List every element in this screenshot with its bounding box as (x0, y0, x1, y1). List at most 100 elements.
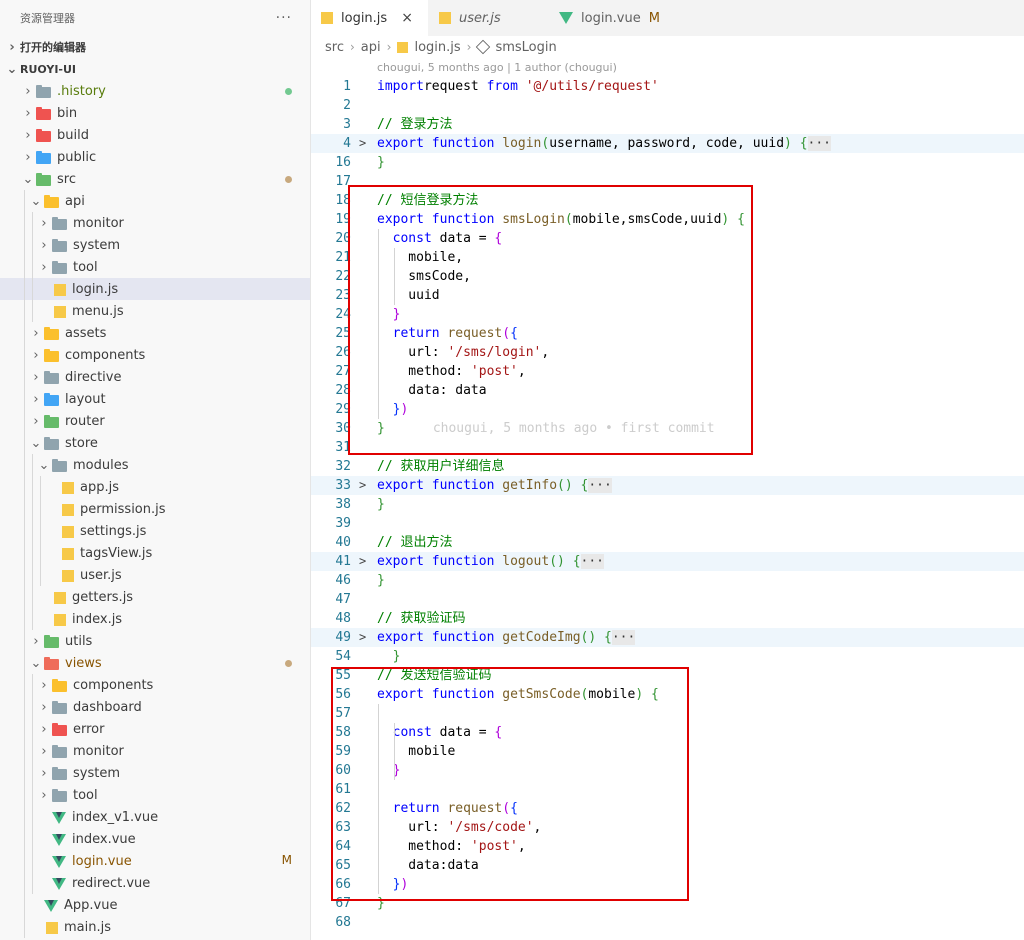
tree-item-login-js[interactable]: login.js (0, 278, 310, 300)
tree-item-index-js[interactable]: index.js (0, 608, 310, 630)
tree-item-getters-js[interactable]: getters.js (0, 586, 310, 608)
code-line[interactable]: 40 // 退出方法 (311, 533, 1024, 552)
tree-item-layout[interactable]: › layout (0, 388, 310, 410)
tab-label: login.vue (581, 10, 641, 26)
indent-guide (32, 806, 33, 828)
code-line[interactable]: 48 // 获取验证码 (311, 609, 1024, 628)
tree-item-system[interactable]: › system (0, 234, 310, 256)
tree-item-error[interactable]: › error (0, 718, 310, 740)
close-icon[interactable]: × (401, 10, 413, 26)
tree-item-login-vue[interactable]: login.vue M (0, 850, 310, 872)
tree-item-components[interactable]: › components (0, 344, 310, 366)
tab-user-js[interactable]: user.js (429, 0, 549, 36)
breadcrumb-src[interactable]: src (325, 40, 344, 55)
folder-icon (52, 458, 67, 472)
open-editors-section[interactable]: › 打开的编辑器 (0, 36, 310, 58)
code-line[interactable]: 3 // 登录方法 (311, 115, 1024, 134)
tree-item-tool[interactable]: › tool (0, 784, 310, 806)
code-text: export function login(username, password… (377, 134, 831, 153)
more-actions-icon[interactable]: ··· (276, 10, 292, 26)
breadcrumb-api[interactable]: api (361, 40, 381, 55)
tree-item-build[interactable]: › build (0, 124, 310, 146)
tree-item-tool[interactable]: › tool (0, 256, 310, 278)
tree-item-label: utils (65, 633, 93, 649)
code-line[interactable]: 49 > export function getCodeImg() {··· (311, 628, 1024, 647)
code-line[interactable]: 54 } (311, 647, 1024, 666)
indent-guide (32, 608, 33, 630)
tree-item-system[interactable]: › system (0, 762, 310, 784)
tree-item-bin[interactable]: › bin (0, 102, 310, 124)
tree-item-components[interactable]: › components (0, 674, 310, 696)
tree-item-public[interactable]: › public (0, 146, 310, 168)
code-line[interactable]: 41 > export function logout() {··· (311, 552, 1024, 571)
code-line[interactable]: 1 importrequest from '@/utils/request' (311, 77, 1024, 96)
tree-item-tagsview-js[interactable]: tagsView.js (0, 542, 310, 564)
code-line[interactable]: 32 // 获取用户详细信息 (311, 457, 1024, 476)
tab-login-vue[interactable]: login.vue M (549, 0, 669, 36)
tree-item-router[interactable]: › router (0, 410, 310, 432)
tree-item-main-js[interactable]: main.js (0, 916, 310, 938)
tab-login-js[interactable]: login.js × (311, 0, 429, 36)
chevron-right-icon: › (41, 721, 47, 737)
tree-item-label: redirect.vue (72, 875, 151, 891)
code-line[interactable]: 46} (311, 571, 1024, 590)
code-line[interactable]: 33 > export function getInfo() {··· (311, 476, 1024, 495)
indent-guide (24, 894, 25, 916)
breadcrumb-file[interactable]: login.js (414, 40, 460, 55)
tree-item-menu-js[interactable]: menu.js (0, 300, 310, 322)
line-number: 48 (335, 611, 351, 626)
tree-item-label: main.js (64, 919, 111, 935)
tree-item-views[interactable]: ⌄ views (0, 652, 310, 674)
tree-item-redirect-vue[interactable]: redirect.vue (0, 872, 310, 894)
tree-item-user-js[interactable]: user.js (0, 564, 310, 586)
project-section[interactable]: ⌄ RUOYI-UI (0, 58, 310, 80)
tree-item-label: store (65, 435, 98, 451)
js-file-icon (62, 547, 74, 560)
code-line[interactable]: 47 (311, 590, 1024, 609)
code-line[interactable]: 68 (311, 913, 1024, 932)
code-line[interactable]: 16} (311, 153, 1024, 172)
tree-item-settings-js[interactable]: settings.js (0, 520, 310, 542)
tree-item-monitor[interactable]: › monitor (0, 740, 310, 762)
tree-item-app-vue[interactable]: App.vue (0, 894, 310, 916)
code-line[interactable]: 2 (311, 96, 1024, 115)
fold-chevron-icon[interactable]: > (359, 552, 366, 571)
tree-item-history[interactable]: › .history (0, 80, 310, 102)
tree-item-modules[interactable]: ⌄ modules (0, 454, 310, 476)
tree-item-app-js[interactable]: app.js (0, 476, 310, 498)
git-status-dot (285, 660, 292, 667)
fold-chevron-icon[interactable]: > (359, 134, 366, 153)
tree-item-api[interactable]: ⌄ api (0, 190, 310, 212)
fold-chevron-icon[interactable]: > (359, 476, 366, 495)
line-number: 2 (343, 98, 351, 113)
tree-item-index-vue[interactable]: index.vue (0, 828, 310, 850)
tree-item-permission-js[interactable]: permission.js (0, 498, 310, 520)
tree-item-dashboard[interactable]: › dashboard (0, 696, 310, 718)
indent-guide (32, 674, 33, 696)
tree-item-utils[interactable]: › utils (0, 630, 310, 652)
code-line[interactable]: 39 (311, 514, 1024, 533)
code-token: export (377, 630, 424, 645)
tree-item-src[interactable]: ⌄ src (0, 168, 310, 190)
tree-item-directive[interactable]: › directive (0, 366, 310, 388)
tree-item-label: bin (57, 105, 78, 121)
tree-item-store[interactable]: ⌄ store (0, 432, 310, 454)
chevron-down-icon: ⌄ (38, 457, 50, 473)
folder-icon (52, 722, 67, 736)
folder-icon (44, 436, 59, 450)
codelens-blame[interactable]: chougui, 5 months ago | 1 author (chougu… (311, 58, 1024, 77)
tree-item-monitor[interactable]: › monitor (0, 212, 310, 234)
js-file-icon (62, 525, 74, 538)
project-label: RUOYI-UI (20, 62, 77, 76)
tree-item-assets[interactable]: › assets (0, 322, 310, 344)
breadcrumb-symbol[interactable]: smsLogin (495, 40, 556, 55)
line-number: 47 (335, 592, 351, 607)
line-number: 49 (335, 630, 351, 645)
code-line[interactable]: 38} (311, 495, 1024, 514)
code-line[interactable]: 4 > export function login(username, passwo… (311, 134, 1024, 153)
fold-chevron-icon[interactable]: > (359, 628, 366, 647)
tree-item-label: system (73, 765, 120, 781)
tree-item-index-v1-vue[interactable]: index_v1.vue (0, 806, 310, 828)
